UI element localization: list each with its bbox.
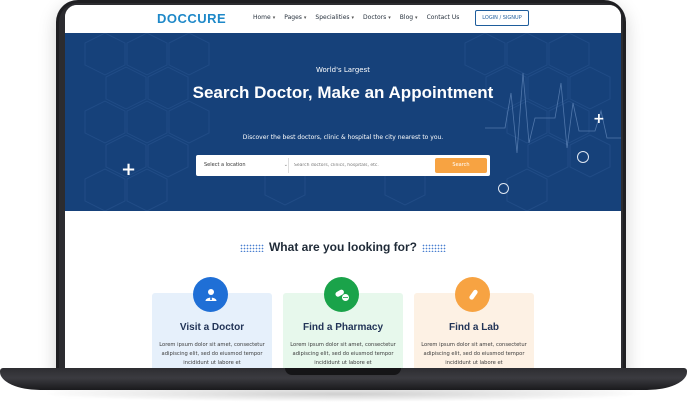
search-button[interactable]: Search (435, 158, 487, 173)
card-title: Find a Pharmacy (302, 322, 384, 333)
brand-logo[interactable]: DOCCURE (157, 11, 226, 26)
card-title: Find a Lab (449, 322, 499, 333)
chevron-down-icon: ▾ (388, 15, 391, 21)
nav-item-doctors[interactable]: Doctors ▾ (363, 14, 391, 21)
card-find-lab[interactable]: Find a Lab Lorem ipsum dolor sit amet, c… (414, 277, 534, 368)
hero-subtitle: World's Largest (316, 66, 370, 74)
plus-icon: + (121, 159, 137, 180)
chevron-down-icon: ▾ (303, 15, 307, 21)
card-visit-doctor[interactable]: Visit a Doctor Lorem ipsum dolor sit ame… (152, 277, 272, 368)
dots-decoration-icon (422, 243, 446, 252)
hero-description: Discover the best doctors, clinic & hosp… (242, 134, 444, 141)
hero-title: Search Doctor, Make an Appointment (192, 83, 494, 102)
dots-decoration-icon (239, 243, 264, 252)
nav-item-contact[interactable]: Contact Us (427, 14, 460, 21)
main-menu: Home ▾ Pages ▾ Specialities ▾ Doctors ▾ Blog… (253, 14, 459, 21)
location-select[interactable]: Select a location ⌄ (204, 155, 288, 176)
chevron-down-icon: ▾ (272, 15, 276, 21)
circle-decoration-icon (498, 183, 509, 194)
nav-item-pages[interactable]: Pages ▾ (284, 14, 306, 21)
nav-item-specialities[interactable]: Specialities ▾ (315, 14, 354, 21)
search-bar: Select a location ⌄ Search (196, 155, 490, 176)
card-description: Lorem ipsum dolor sit amet, consectetur … (159, 342, 265, 366)
circle-decoration-icon (577, 151, 589, 163)
card-find-pharmacy[interactable]: Find a Pharmacy Lorem ipsum dolor sit am… (283, 277, 403, 368)
hero-banner: World's Largest Search Doctor, Make an A… (65, 33, 621, 211)
divider (288, 158, 289, 173)
top-navbar: DOCCURE Home ▾ Pages ▾ Specialities ▾ Docto… (65, 5, 621, 33)
card-description: Lorem ipsum dolor sit amet, consectetur … (421, 342, 527, 366)
search-input[interactable] (294, 158, 434, 173)
browser-screen: DOCCURE Home ▾ Pages ▾ Specialities ▾ Docto… (65, 5, 621, 368)
chevron-down-icon: ▾ (415, 15, 418, 21)
hexagon-pattern (84, 33, 621, 211)
laptop-notch (285, 368, 401, 375)
plus-icon: + (593, 111, 605, 127)
lab-tube-icon (455, 277, 490, 312)
nav-item-blog[interactable]: Blog ▾ (400, 14, 418, 21)
card-description: Lorem ipsum dolor sit amet, consectetur … (290, 342, 396, 366)
section-heading: What are you looking for? (65, 240, 621, 254)
doctor-icon (193, 277, 228, 312)
login-signup-button[interactable]: LOGIN / SIGNUP (475, 10, 529, 26)
pill-icon (324, 277, 359, 312)
nav-item-home[interactable]: Home ▾ (253, 14, 275, 21)
chevron-down-icon: ▾ (351, 15, 355, 21)
card-title: Visit a Doctor (179, 322, 245, 333)
